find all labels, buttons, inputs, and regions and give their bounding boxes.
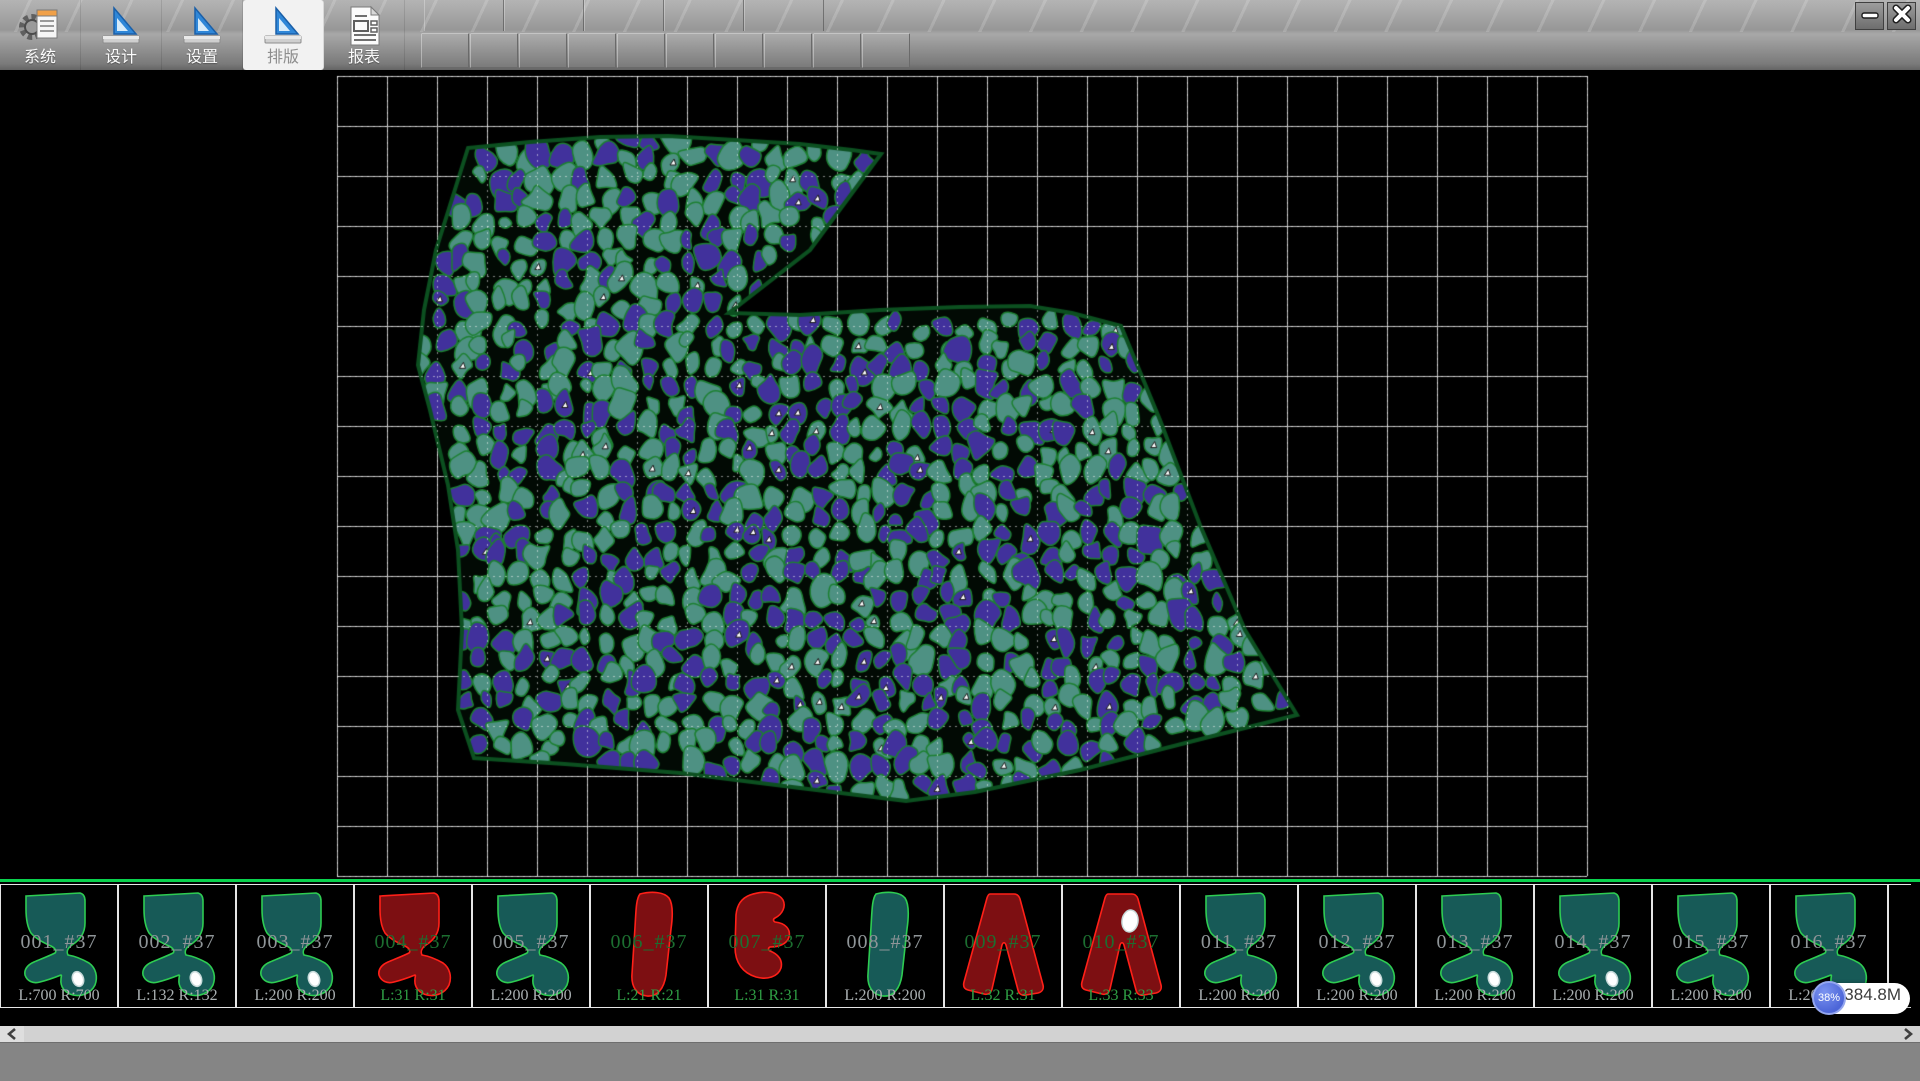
piece-thumbnail[interactable]: 012_#37 L:200 R:200 xyxy=(1298,884,1416,1008)
piece-lr-count: L:33 R:33 xyxy=(1063,987,1179,1005)
piece-thumbnail[interactable]: 015_#37 L:200 R:200 xyxy=(1652,884,1770,1008)
action-button[interactable] xyxy=(519,33,567,68)
piece-id-label: 011_#37 xyxy=(1181,931,1297,954)
action-button[interactable] xyxy=(617,33,665,68)
action-button[interactable] xyxy=(666,33,714,68)
piece-lr-count: L:21 R:21 xyxy=(591,987,707,1005)
piece-lr-count: L:700 R:700 xyxy=(1,987,117,1005)
action-button[interactable] xyxy=(568,33,616,68)
piece-lr-count: L:32 R:31 xyxy=(945,987,1061,1005)
action-button[interactable] xyxy=(421,33,469,68)
window-controls xyxy=(1855,2,1916,30)
nesting-canvas[interactable] xyxy=(0,70,1920,879)
piece-id-label: 006_#37 xyxy=(591,931,707,954)
piece-lr-count: L:200 R:200 xyxy=(473,987,589,1005)
piece-lr-count: L:31 R:31 xyxy=(709,987,825,1005)
piece-lr-count: L:200 R:200 xyxy=(827,987,943,1005)
piece-id-label: 012_#37 xyxy=(1299,931,1415,954)
piece-lr-count: L:200 R:200 xyxy=(1417,987,1533,1005)
menu-bar xyxy=(424,0,824,32)
close-button[interactable] xyxy=(1887,2,1916,30)
piece-thumbnail[interactable]: 007_#37 L:31 R:31 xyxy=(708,884,826,1008)
window-bottom-frame xyxy=(0,1042,1920,1081)
piece-thumbnail[interactable]: 001_#37 L:700 R:700 xyxy=(0,884,118,1008)
action-button[interactable] xyxy=(813,33,861,68)
piece-thumbnail[interactable]: 011_#37 L:200 R:200 xyxy=(1180,884,1298,1008)
piece-thumbnail[interactable]: 009_#37 L:32 R:31 xyxy=(944,884,1062,1008)
piece-thumbnail[interactable]: 003_#37 L:200 R:200 xyxy=(236,884,354,1008)
main-mode-button-系统[interactable]: 系统 xyxy=(0,0,81,70)
scroll-right-button[interactable] xyxy=(1896,1026,1920,1042)
main-mode-button-报表[interactable]: 报表 xyxy=(324,0,405,70)
piece-id-label: 010_#37 xyxy=(1063,931,1179,954)
main-mode-button-设置[interactable]: 设置 xyxy=(162,0,243,70)
menu-item[interactable] xyxy=(424,0,504,31)
piece-id-label: 003_#37 xyxy=(237,931,353,954)
chevron-left-icon xyxy=(7,1028,17,1040)
piece-id-label: 002_#37 xyxy=(119,931,235,954)
piece-lr-count: L:200 R:200 xyxy=(1299,987,1415,1005)
progress-value: 38% xyxy=(1818,992,1840,1004)
memory-status-badge: 384.8M 38% xyxy=(1812,981,1910,1015)
piece-id-label: 013_#37 xyxy=(1417,931,1533,954)
piece-id-label: 014_#37 xyxy=(1535,931,1651,954)
piece-id-label: 015_#37 xyxy=(1653,931,1769,954)
action-button-bar xyxy=(421,33,911,69)
main-mode-button-排版[interactable]: 排版 xyxy=(243,0,324,70)
action-button[interactable] xyxy=(715,33,763,68)
piece-lr-count: L:200 R:200 xyxy=(1181,987,1297,1005)
piece-thumbnail[interactable]: 008_#37 L:200 R:200 xyxy=(826,884,944,1008)
main-mode-label: 排版 xyxy=(243,43,323,67)
piece-thumbnail[interactable]: 002_#37 L:132 R:132 xyxy=(118,884,236,1008)
piece-id-label: 016_#37 xyxy=(1771,931,1887,954)
chevron-right-icon xyxy=(1903,1028,1913,1040)
progress-circle: 38% xyxy=(1812,981,1846,1015)
piece-thumbnail[interactable]: 004_#37 L:31 R:31 xyxy=(354,884,472,1008)
piece-id-label: 009_#37 xyxy=(945,931,1061,954)
piece-id-label: 001_#37 xyxy=(1,931,117,954)
piece-thumbnail[interactable]: 006_#37 L:21 R:21 xyxy=(590,884,708,1008)
piece-lr-count: L:200 R:200 xyxy=(237,987,353,1005)
minimize-icon xyxy=(1861,7,1879,25)
piece-id-label: 008_#37 xyxy=(827,931,943,954)
action-button[interactable] xyxy=(470,33,518,68)
menu-item[interactable] xyxy=(584,0,664,31)
thumbnail-list: 001_#37 L:700 R:700 002_#37 L:132 R:132 xyxy=(0,884,1911,1008)
memory-value: 384.8M xyxy=(1844,985,1901,1005)
piece-id-label: 004_#37 xyxy=(355,931,471,954)
piece-lr-count: L:31 R:31 xyxy=(355,987,471,1005)
menu-item[interactable] xyxy=(504,0,584,31)
menu-item[interactable] xyxy=(664,0,744,31)
piece-lr-count: L:200 R:200 xyxy=(1653,987,1769,1005)
piece-lr-count: L:132 R:132 xyxy=(119,987,235,1005)
main-mode-label: 系统 xyxy=(0,43,80,67)
top-toolbar: 系统 设计 xyxy=(0,0,1920,70)
close-icon xyxy=(1892,4,1912,29)
main-mode-button-设计[interactable]: 设计 xyxy=(81,0,162,70)
piece-thumbnail[interactable]: 010_#37 L:33 R:33 xyxy=(1062,884,1180,1008)
action-button[interactable] xyxy=(862,33,910,68)
piece-id-label: 005_#37 xyxy=(473,931,589,954)
main-button-bar: 系统 设计 xyxy=(0,0,405,70)
scroll-left-button[interactable] xyxy=(0,1026,24,1042)
strip-accent-line xyxy=(0,879,1920,882)
menu-item[interactable] xyxy=(744,0,824,31)
piece-id-label: 007_#37 xyxy=(709,931,825,954)
piece-thumbnail[interactable]: 013_#37 L:200 R:200 xyxy=(1416,884,1534,1008)
piece-thumbnail[interactable]: 014_#37 L:200 R:200 xyxy=(1534,884,1652,1008)
main-mode-label: 设置 xyxy=(162,43,242,67)
piece-thumbnail-strip: 001_#37 L:700 R:700 002_#37 L:132 R:132 xyxy=(0,879,1920,1009)
main-mode-label: 设计 xyxy=(81,43,161,67)
main-mode-label: 报表 xyxy=(324,43,404,67)
piece-thumbnail[interactable]: 005_#37 L:200 R:200 xyxy=(472,884,590,1008)
piece-lr-count: L:200 R:200 xyxy=(1535,987,1651,1005)
action-button[interactable] xyxy=(764,33,812,68)
minimize-button[interactable] xyxy=(1855,2,1884,30)
horizontal-scrollbar[interactable] xyxy=(0,1026,1920,1042)
